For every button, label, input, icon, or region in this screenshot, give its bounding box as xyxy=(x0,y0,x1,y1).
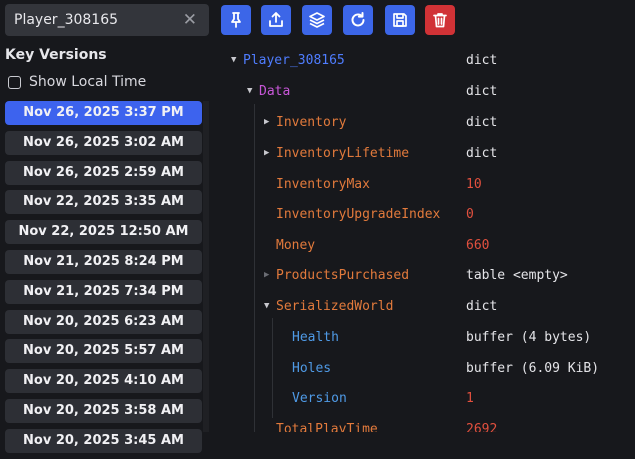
tree-value: 10 xyxy=(466,177,482,192)
tree-key: Health xyxy=(292,330,339,345)
tree-key: ProductsPurchased xyxy=(276,268,410,283)
collapsed-arrow-icon[interactable]: ▶ xyxy=(264,270,269,280)
tree-key: Holes xyxy=(292,361,332,376)
tree-value: 2692 xyxy=(466,422,498,432)
tree-row-inventory-upgrade-index[interactable]: InventoryUpgradeIndex 0 xyxy=(0,205,635,227)
tree-type: dict xyxy=(466,84,498,99)
expanded-arrow-icon[interactable]: ▼ xyxy=(231,55,236,65)
tree-key: InventoryMax xyxy=(276,177,370,192)
tree-type: dict xyxy=(466,299,498,314)
tree-key: InventoryUpgradeIndex xyxy=(276,207,441,222)
data-tree: ▼ Player_308165 dict ▼ Data dict ▶ Inven… xyxy=(0,0,635,432)
tree-key: InventoryLifetime xyxy=(276,146,410,161)
tree-type: dict xyxy=(466,115,498,130)
expanded-arrow-icon[interactable]: ▼ xyxy=(264,301,269,311)
tree-row-inventory[interactable]: ▶ Inventory dict xyxy=(0,113,635,135)
tree-value: 0 xyxy=(466,207,474,222)
tree-row-health[interactable]: Health buffer (4 bytes) xyxy=(0,328,635,350)
tree-type: dict xyxy=(466,146,498,161)
tree-row-total-play-time[interactable]: TotalPlayTime 2692 xyxy=(0,420,635,432)
collapsed-arrow-icon[interactable]: ▶ xyxy=(264,117,269,127)
tree-type: buffer (4 bytes) xyxy=(466,330,592,345)
tree-type: table <empty> xyxy=(466,268,568,283)
tree-key: Money xyxy=(276,238,316,253)
collapsed-arrow-icon[interactable]: ▶ xyxy=(264,148,269,158)
tree-row-money[interactable]: Money 660 xyxy=(0,236,635,258)
version-item[interactable]: Nov 20, 2025 3:45 AM xyxy=(5,428,202,453)
tree-value: 660 xyxy=(466,238,490,253)
tree-row-version[interactable]: Version 1 xyxy=(0,389,635,411)
expanded-arrow-icon[interactable]: ▼ xyxy=(247,86,252,96)
tree-row-holes[interactable]: Holes buffer (6.09 KiB) xyxy=(0,359,635,381)
tree-key: Version xyxy=(292,391,347,406)
tree-type: buffer (6.09 KiB) xyxy=(466,361,600,376)
tree-type: dict xyxy=(466,53,498,68)
tree-key: Data xyxy=(259,84,291,99)
tree-row-products-purchased[interactable]: ▶ ProductsPurchased table <empty> xyxy=(0,266,635,288)
tree-row-serialized-world[interactable]: ▼ SerializedWorld dict xyxy=(0,297,635,319)
tree-row-inventory-max[interactable]: InventoryMax 10 xyxy=(0,175,635,197)
tree-row-player[interactable]: ▼ Player_308165 dict xyxy=(0,51,635,73)
tree-key: Player_308165 xyxy=(243,53,345,68)
tree-row-data[interactable]: ▼ Data dict xyxy=(0,82,635,104)
tree-key: Inventory xyxy=(276,115,347,130)
tree-key: SerializedWorld xyxy=(276,299,394,314)
tree-row-inventory-lifetime[interactable]: ▶ InventoryLifetime dict xyxy=(0,144,635,166)
tree-key: TotalPlayTime xyxy=(276,422,378,432)
tree-value: 1 xyxy=(466,391,474,406)
